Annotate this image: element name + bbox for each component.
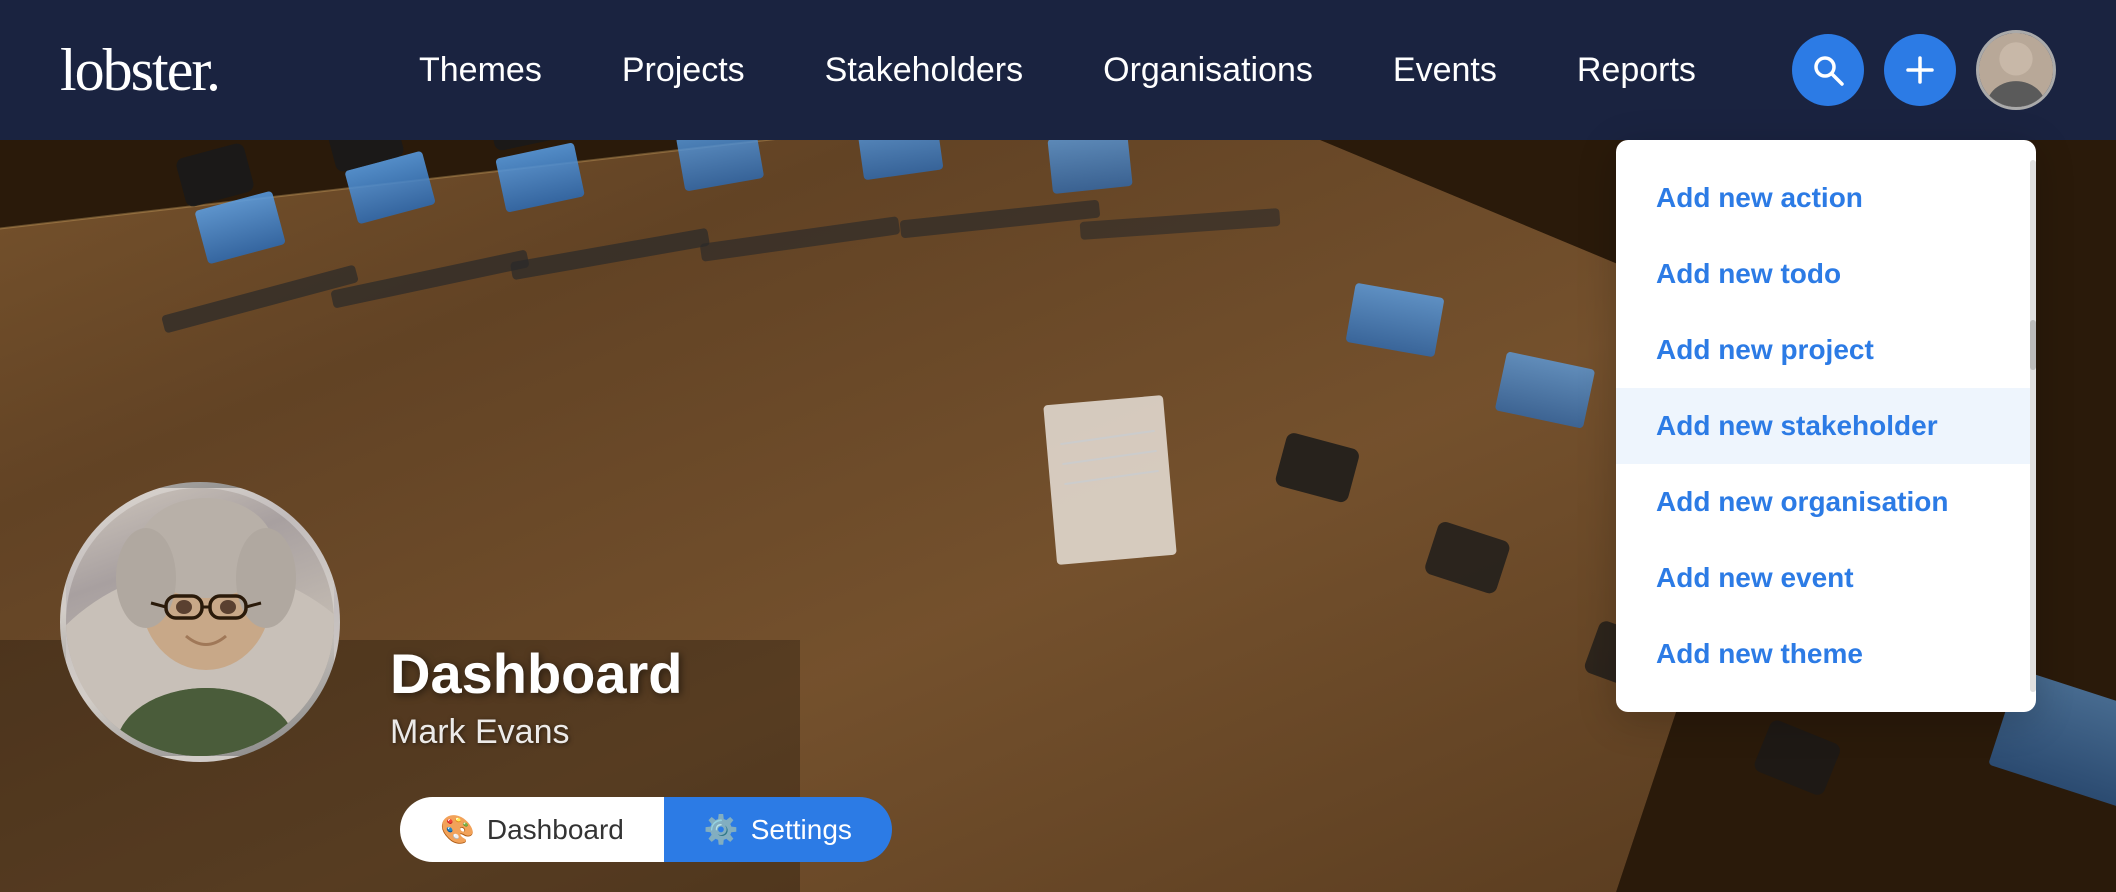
add-theme-item[interactable]: Add new theme (1616, 616, 2036, 692)
add-stakeholder-item[interactable]: Add new stakeholder (1616, 388, 2036, 464)
nav-links: Themes Projects Stakeholders Organisatio… (419, 51, 1792, 90)
dropdown-menu: Add new action Add new todo Add new proj… (1616, 140, 2036, 712)
dropdown-scrollbar (2030, 160, 2036, 692)
search-button[interactable] (1792, 34, 1864, 106)
avatar-person-icon (1979, 30, 2053, 110)
tab-bar: 🎨 Dashboard ⚙️ Settings (400, 797, 892, 862)
profile-avatar (60, 482, 340, 762)
tab-dashboard[interactable]: 🎨 Dashboard (400, 797, 664, 862)
logo[interactable]: lobster. (60, 36, 219, 105)
profile-section: Dashboard Mark Evans (60, 482, 683, 762)
page-title: Dashboard (390, 643, 683, 705)
settings-tab-label: Settings (751, 814, 852, 846)
add-project-item[interactable]: Add new project (1616, 312, 2036, 388)
plus-icon (1902, 52, 1938, 88)
avatar-image (1979, 33, 2053, 107)
user-avatar[interactable] (1976, 30, 2056, 110)
user-name: Mark Evans (390, 713, 683, 752)
settings-icon: ⚙️ (704, 813, 739, 846)
profile-person-illustration (66, 488, 340, 762)
nav-reports[interactable]: Reports (1577, 51, 1696, 90)
nav-organisations[interactable]: Organisations (1103, 51, 1313, 90)
nav-events[interactable]: Events (1393, 51, 1497, 90)
nav-themes[interactable]: Themes (419, 51, 542, 90)
search-icon (1810, 52, 1846, 88)
add-organisation-item[interactable]: Add new organisation (1616, 464, 2036, 540)
tab-settings[interactable]: ⚙️ Settings (664, 797, 892, 862)
profile-info: Dashboard Mark Evans (390, 643, 683, 762)
dashboard-tab-label: Dashboard (487, 814, 624, 846)
navbar: lobster. Themes Projects Stakeholders Or… (0, 0, 2116, 140)
add-button[interactable] (1884, 34, 1956, 106)
add-event-item[interactable]: Add new event (1616, 540, 2036, 616)
nav-projects[interactable]: Projects (622, 51, 745, 90)
dashboard-icon: 🎨 (440, 813, 475, 846)
add-action-item[interactable]: Add new action (1616, 160, 2036, 236)
nav-actions (1792, 30, 2056, 110)
nav-stakeholders[interactable]: Stakeholders (825, 51, 1023, 90)
dropdown-scrollbar-thumb (2030, 320, 2036, 370)
add-todo-item[interactable]: Add new todo (1616, 236, 2036, 312)
